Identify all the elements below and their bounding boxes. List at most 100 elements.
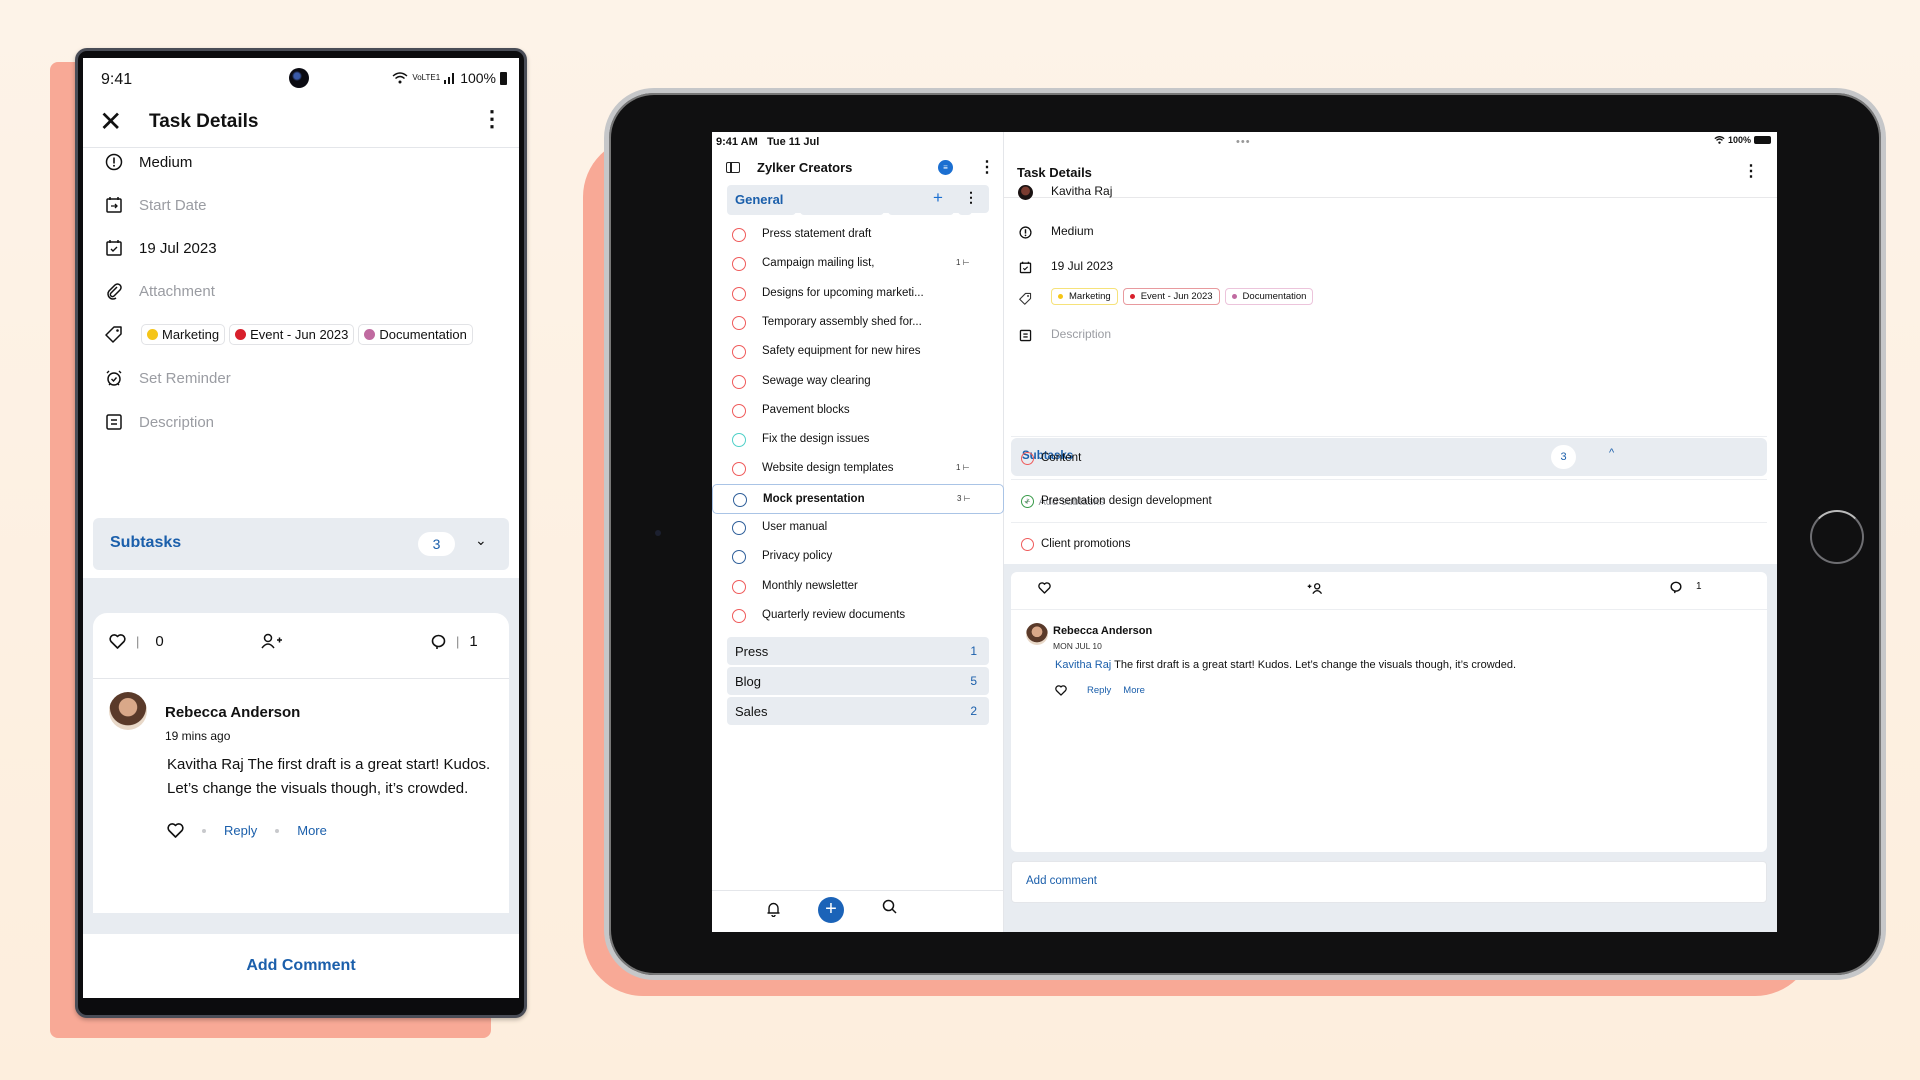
group-blog[interactable]: Blog 5 bbox=[727, 667, 989, 695]
subtask-item[interactable]: Client promotions bbox=[1011, 522, 1767, 565]
subtasks-label: Subtasks bbox=[110, 534, 182, 551]
subtask-done-icon[interactable]: ✓ bbox=[1021, 495, 1034, 508]
like-action[interactable]: | 0 bbox=[109, 633, 164, 650]
task-list-item[interactable]: Privacy policy bbox=[712, 542, 1004, 572]
task-list-item[interactable]: User manual bbox=[712, 513, 1004, 543]
task-list-item[interactable]: Fix the design issues bbox=[712, 425, 1004, 455]
subtask-status-circle-icon[interactable] bbox=[1021, 538, 1034, 551]
task-status-circle-icon[interactable] bbox=[733, 492, 747, 507]
comments-action[interactable]: 1 bbox=[1670, 581, 1702, 594]
mention-link[interactable]: Kavitha Raj bbox=[1055, 659, 1111, 671]
tag-chip[interactable]: Marketing bbox=[1051, 288, 1118, 305]
more-link[interactable]: More bbox=[1123, 685, 1145, 696]
group-name: Sales bbox=[735, 704, 768, 719]
task-list-item[interactable]: Press statement draft bbox=[712, 220, 1004, 250]
group-options-icon[interactable]: ⋮ bbox=[964, 189, 978, 206]
heart-icon bbox=[1038, 582, 1051, 594]
paperclip-icon bbox=[103, 280, 125, 302]
add-comment-input[interactable]: Add comment bbox=[1011, 861, 1767, 903]
task-list-item[interactable]: Campaign mailing list, 1 ⊢ bbox=[712, 249, 1004, 279]
tag-chip[interactable]: Documentation bbox=[358, 323, 473, 345]
task-name: Press statement draft bbox=[762, 228, 872, 240]
task-status-circle-icon[interactable] bbox=[732, 315, 746, 330]
tag-color-dot bbox=[147, 328, 158, 340]
tablet-camera-icon bbox=[655, 530, 661, 536]
tag-chip[interactable]: Event - Jun 2023 bbox=[229, 323, 355, 345]
filter-active-icon[interactable]: ≡ bbox=[938, 160, 953, 175]
task-status-circle-icon[interactable] bbox=[732, 550, 746, 565]
more-options-icon[interactable]: ⋮ bbox=[481, 108, 503, 130]
subtask-item[interactable]: ✓ Presentation design development bbox=[1011, 479, 1767, 522]
tags-field[interactable]: Marketing Event - Jun 2023 Documentation bbox=[1004, 285, 1777, 311]
task-list-item[interactable]: Designs for upcoming marketi... bbox=[712, 279, 1004, 309]
comment-icon bbox=[431, 634, 446, 649]
subtask-status-circle-icon[interactable] bbox=[1021, 452, 1034, 465]
more-link[interactable]: More bbox=[297, 823, 327, 838]
comments-action[interactable]: | 1 bbox=[431, 633, 478, 650]
tag-chip[interactable]: Marketing bbox=[141, 323, 226, 345]
task-list-item[interactable]: Pavement blocks bbox=[712, 396, 1004, 426]
comment-like-icon[interactable] bbox=[167, 823, 184, 838]
tag-chip[interactable]: Event - Jun 2023 bbox=[1122, 288, 1220, 305]
close-icon[interactable]: ✕ bbox=[99, 108, 122, 136]
task-status-circle-icon[interactable] bbox=[732, 345, 746, 360]
search-icon[interactable] bbox=[882, 899, 897, 918]
task-status-circle-icon[interactable] bbox=[732, 374, 746, 389]
reply-link[interactable]: Reply bbox=[224, 823, 257, 838]
assignee-field[interactable]: Kavitha Raj bbox=[1004, 179, 1777, 205]
task-list-item[interactable]: Safety equipment for new hires bbox=[712, 337, 1004, 367]
group-press[interactable]: Press 1 bbox=[727, 637, 989, 665]
task-list-item[interactable]: Sewage way clearing bbox=[712, 367, 1004, 397]
due-date-field[interactable]: 19 Jul 2023 bbox=[83, 228, 519, 268]
add-task-icon[interactable]: + bbox=[933, 188, 943, 208]
chevron-down-icon[interactable]: ⌄ bbox=[475, 532, 487, 549]
add-follower-action[interactable] bbox=[261, 633, 283, 649]
multitask-handle-icon[interactable]: ••• bbox=[1236, 136, 1251, 148]
group-sales[interactable]: Sales 2 bbox=[727, 697, 989, 725]
comment-like-icon[interactable] bbox=[1055, 685, 1067, 696]
calendar-start-icon bbox=[103, 194, 125, 216]
subtask-item[interactable]: Content bbox=[1011, 436, 1767, 479]
subtasks-section-header[interactable]: Subtasks 3 ⌄ bbox=[93, 518, 509, 570]
task-status-circle-icon[interactable] bbox=[732, 433, 746, 448]
subtasks-count-badge: 3 bbox=[418, 532, 455, 556]
add-follower-action[interactable] bbox=[1307, 582, 1323, 598]
attachment-field[interactable]: Attachment bbox=[83, 271, 519, 311]
tag-chip[interactable]: Documentation bbox=[1224, 288, 1314, 305]
tag-color-dot bbox=[1129, 294, 1135, 299]
task-status-circle-icon[interactable] bbox=[732, 403, 746, 418]
add-task-fab[interactable]: + bbox=[818, 897, 844, 923]
add-comment-button[interactable]: Add Comment bbox=[83, 934, 519, 998]
workspace-header: Zylker Creators ≡ ⋮ bbox=[712, 154, 1003, 186]
task-list-item[interactable]: Mock presentation 3 ⊢ bbox=[712, 483, 1004, 514]
task-status-circle-icon[interactable] bbox=[732, 579, 746, 594]
subtask-tree-icon: ⊢ bbox=[960, 463, 970, 473]
task-status-circle-icon[interactable] bbox=[732, 257, 746, 272]
priority-field[interactable]: Medium bbox=[1004, 219, 1777, 245]
subtask-count-badge: 3 ⊢ bbox=[957, 494, 971, 503]
task-status-circle-icon[interactable] bbox=[732, 521, 746, 535]
tags-field[interactable]: Marketing Event - Jun 2023 Documentation bbox=[83, 314, 519, 354]
start-date-placeholder: Start Date bbox=[139, 196, 207, 214]
description-field[interactable]: Description bbox=[83, 402, 519, 442]
task-list-item[interactable]: Quarterly review documents bbox=[712, 601, 1004, 631]
priority-field[interactable]: Medium bbox=[83, 142, 519, 182]
task-status-circle-icon[interactable] bbox=[732, 286, 746, 301]
task-list-item[interactable]: Website design templates 1 ⊢ bbox=[712, 454, 1004, 484]
description-field[interactable]: Description bbox=[1004, 322, 1777, 348]
due-date-field[interactable]: 19 Jul 2023 bbox=[1004, 254, 1777, 280]
task-status-circle-icon[interactable] bbox=[732, 608, 746, 623]
sidebar-toggle-icon[interactable] bbox=[726, 162, 740, 173]
reply-link[interactable]: Reply bbox=[1087, 685, 1111, 696]
task-status-circle-icon[interactable] bbox=[732, 228, 746, 242]
reminder-field[interactable]: Set Reminder bbox=[83, 358, 519, 398]
more-options-icon[interactable]: ⋮ bbox=[1743, 161, 1759, 181]
task-status-circle-icon[interactable] bbox=[732, 462, 746, 477]
bell-icon[interactable] bbox=[766, 901, 781, 921]
like-action[interactable] bbox=[1038, 582, 1051, 597]
more-options-icon[interactable]: ⋮ bbox=[979, 157, 995, 177]
task-list-item[interactable]: Temporary assembly shed for... bbox=[712, 308, 1004, 338]
task-list-item[interactable]: Monthly newsletter bbox=[712, 572, 1004, 602]
group-general-header[interactable]: General + ⋮ bbox=[727, 185, 989, 213]
start-date-field[interactable]: Start Date bbox=[83, 185, 519, 225]
